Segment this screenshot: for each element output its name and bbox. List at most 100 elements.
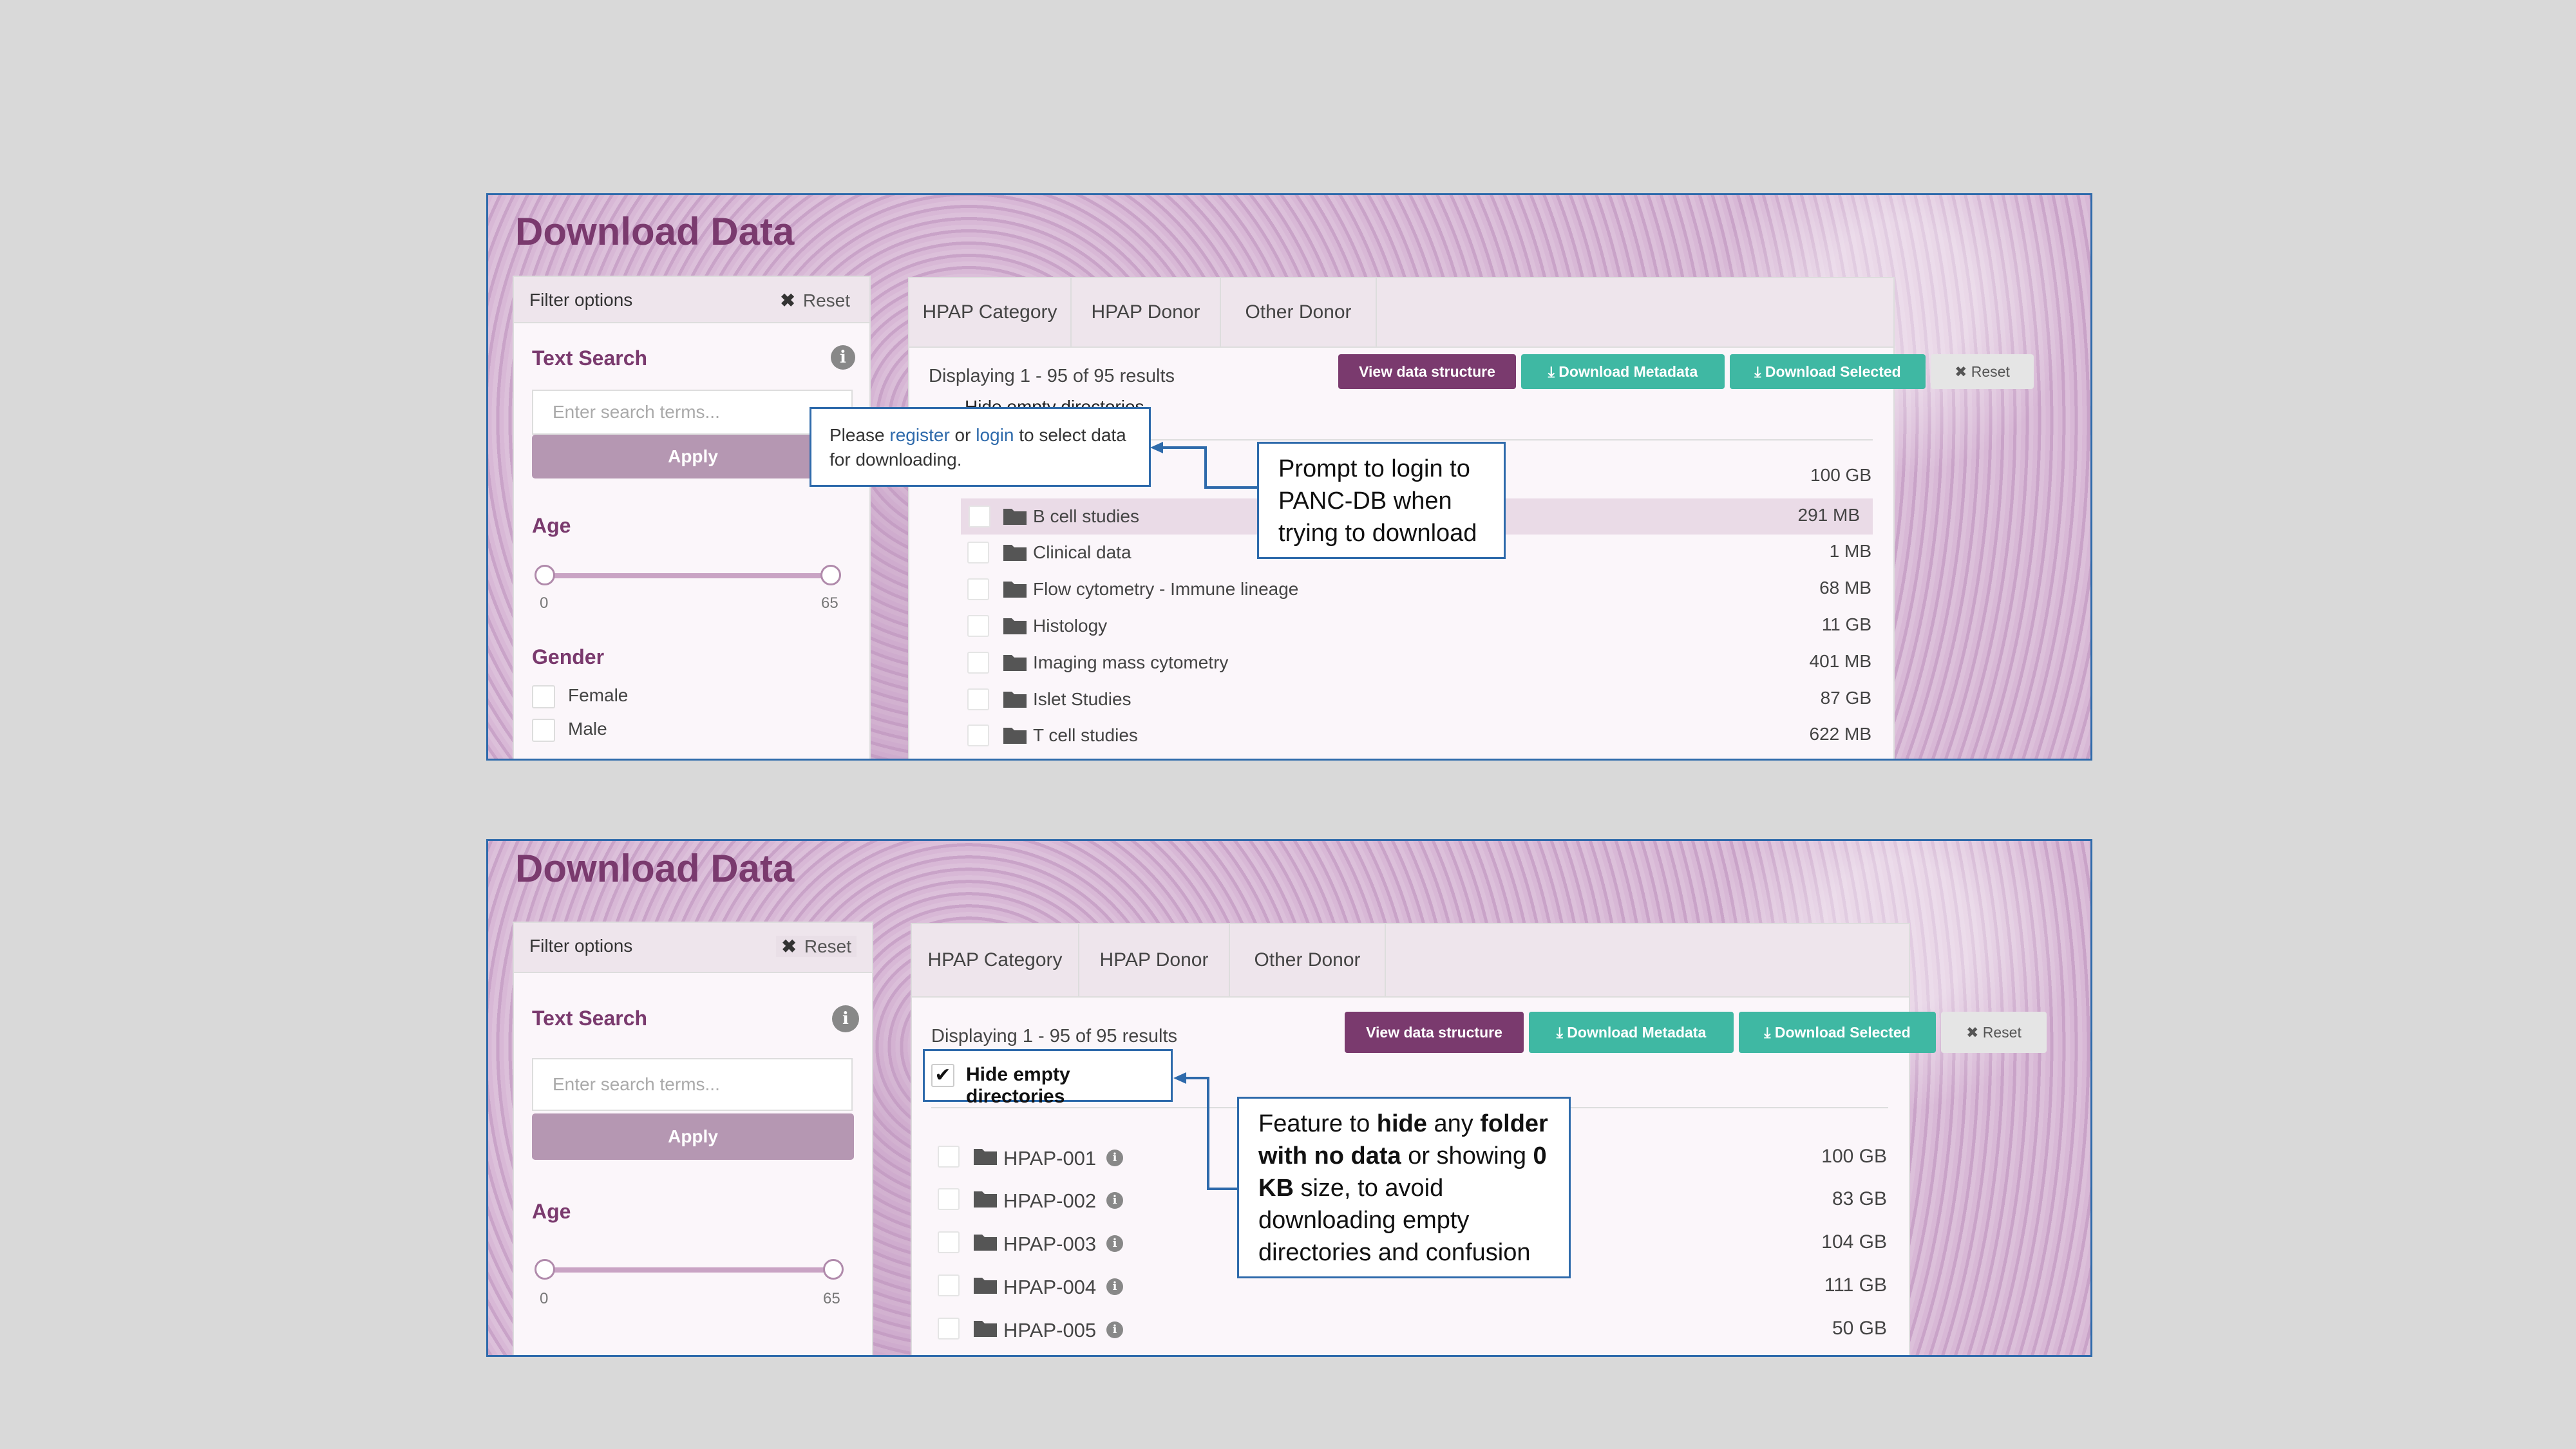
filter-reset-button[interactable]: ✖ Reset <box>776 936 857 957</box>
row-name: HPAP-002 <box>1003 1189 1097 1212</box>
info-icon[interactable]: i <box>1106 1235 1123 1252</box>
folder-icon <box>1003 728 1027 744</box>
folder-icon <box>1003 618 1027 634</box>
row-size: 622 MB <box>1809 724 1872 744</box>
folder-icon <box>974 1278 997 1294</box>
tab-hpap-donor[interactable]: HPAP Donor <box>1072 278 1221 346</box>
text-search-label: Text Search <box>532 346 648 370</box>
row-size: 1 MB <box>1829 541 1871 561</box>
close-icon: ✖ <box>780 290 795 310</box>
row-checkbox[interactable] <box>969 506 990 527</box>
age-slider-track[interactable] <box>544 1267 833 1273</box>
age-slider-max-handle[interactable] <box>823 1259 844 1280</box>
search-input[interactable]: Enter search terms... <box>532 390 853 435</box>
login-link[interactable]: login <box>976 425 1014 445</box>
info-icon[interactable]: i <box>1106 1278 1123 1295</box>
hide-empty-callout: Feature to hide any folder with no data … <box>1237 1097 1571 1278</box>
gender-label: Gender <box>532 645 605 668</box>
row-checkbox[interactable] <box>967 542 989 564</box>
row-name: Clinical data <box>1033 542 1132 562</box>
tab-other-donor[interactable]: Other Donor <box>1230 924 1386 996</box>
age-slider-min-handle[interactable] <box>535 1259 555 1280</box>
info-icon[interactable]: i <box>1106 1150 1123 1166</box>
male-label: Male <box>568 719 607 739</box>
row-checkbox[interactable] <box>938 1318 960 1340</box>
folder-icon <box>974 1149 997 1165</box>
info-icon[interactable]: i <box>832 1005 859 1032</box>
row-name: HPAP-003 <box>1003 1233 1097 1255</box>
hide-empty-directories-toggle[interactable]: ✔ Hide empty directories <box>923 1049 1173 1107</box>
close-icon: ✖ <box>1955 363 1971 380</box>
female-checkbox[interactable] <box>532 685 555 708</box>
register-link[interactable]: register <box>889 425 949 445</box>
reset-button[interactable]: ✖ Reset <box>1941 1012 2047 1053</box>
row-checkbox[interactable] <box>967 578 989 600</box>
row-name: Imaging mass cytometry <box>1033 652 1229 672</box>
row-size: 68 MB <box>1819 578 1871 598</box>
tab-hpap-donor[interactable]: HPAP Donor <box>1079 924 1230 996</box>
reset-button[interactable]: ✖ Reset <box>1931 354 2034 389</box>
download-icon: ⤓ <box>1548 363 1559 380</box>
folder-icon <box>1003 545 1027 561</box>
download-icon: ⤓ <box>1764 1024 1775 1041</box>
row-name: T cell studies <box>1033 725 1138 745</box>
row-checkbox[interactable] <box>938 1231 960 1253</box>
apply-button[interactable]: Apply <box>532 435 854 478</box>
list-item[interactable]: T cell studies 622 MB <box>909 717 1893 753</box>
download-metadata-button[interactable]: ⤓ Download Metadata <box>1521 354 1725 389</box>
age-slider-min-handle[interactable] <box>535 565 555 585</box>
row-checkbox[interactable] <box>967 724 989 746</box>
tab-hpap-category[interactable]: HPAP Category <box>909 278 1072 346</box>
age-label: Age <box>532 1200 571 1223</box>
download-icon: ⤓ <box>1556 1024 1567 1041</box>
folder-icon <box>974 1321 997 1337</box>
filter-reset-button[interactable]: ✖ Reset <box>780 290 850 311</box>
view-data-structure-button[interactable]: View data structure <box>1338 354 1516 389</box>
row-name: Islet Studies <box>1033 689 1132 709</box>
list-item[interactable]: Imaging mass cytometry 401 MB <box>909 645 1893 681</box>
view-data-structure-button[interactable]: View data structure <box>1345 1012 1524 1053</box>
filter-options-label: Filter options <box>529 936 633 956</box>
apply-button[interactable]: Apply <box>532 1113 854 1160</box>
row-size: 401 MB <box>1809 651 1872 671</box>
filter-header: Filter options ✖ Reset <box>514 277 869 323</box>
info-icon[interactable]: i <box>1106 1321 1123 1338</box>
row-size: 11 GB <box>1821 614 1871 634</box>
age-label: Age <box>532 514 571 537</box>
list-item[interactable]: Histology 11 GB <box>909 608 1893 644</box>
download-selected-button[interactable]: ⤓ Download Selected <box>1730 354 1926 389</box>
row-checkbox[interactable] <box>967 652 989 674</box>
tab-hpap-category[interactable]: HPAP Category <box>912 924 1079 996</box>
row-name: HPAP-001 <box>1003 1147 1097 1170</box>
info-icon[interactable]: i <box>1106 1192 1123 1209</box>
download-metadata-button[interactable]: ⤓ Download Metadata <box>1529 1012 1734 1053</box>
results-count: Displaying 1 - 95 of 95 results <box>929 366 1175 386</box>
list-item[interactable]: HPAP-005 i 50 GB <box>912 1312 1909 1349</box>
list-item[interactable]: Flow cytometry - Immune lineage 68 MB <box>909 571 1893 607</box>
age-slider-max-handle[interactable] <box>820 565 841 585</box>
row-checkbox[interactable] <box>938 1188 960 1210</box>
row-checkbox[interactable] <box>967 688 989 710</box>
female-label: Female <box>568 685 629 705</box>
row-name: Histology <box>1033 616 1108 636</box>
row-size: 87 GB <box>1820 688 1871 708</box>
age-min-label: 0 <box>540 1290 549 1307</box>
age-slider-track[interactable] <box>544 573 831 578</box>
row-size: 100 GB <box>1821 1146 1887 1167</box>
row-checkbox[interactable] <box>967 615 989 637</box>
row-name: HPAP-005 <box>1003 1319 1097 1341</box>
tab-bar: HPAP Category HPAP Donor Other Donor <box>909 278 1893 348</box>
download-selected-button[interactable]: ⤓ Download Selected <box>1739 1012 1936 1053</box>
list-item[interactable]: Islet Studies 87 GB <box>909 681 1893 717</box>
hide-empty-checkbox[interactable]: ✔ <box>931 1064 954 1087</box>
results-count: Displaying 1 - 95 of 95 results <box>931 1026 1178 1046</box>
info-icon[interactable]: i <box>831 345 855 370</box>
tab-other-donor[interactable]: Other Donor <box>1221 278 1377 346</box>
row-checkbox[interactable] <box>938 1274 960 1296</box>
search-input[interactable]: Enter search terms... <box>532 1058 853 1111</box>
row-checkbox[interactable] <box>938 1146 960 1168</box>
male-checkbox[interactable] <box>532 719 555 742</box>
filter-header: Filter options ✖ Reset <box>514 923 872 973</box>
page-title: Download Data <box>515 210 795 253</box>
hide-empty-label: Hide empty directories <box>966 1064 1070 1107</box>
